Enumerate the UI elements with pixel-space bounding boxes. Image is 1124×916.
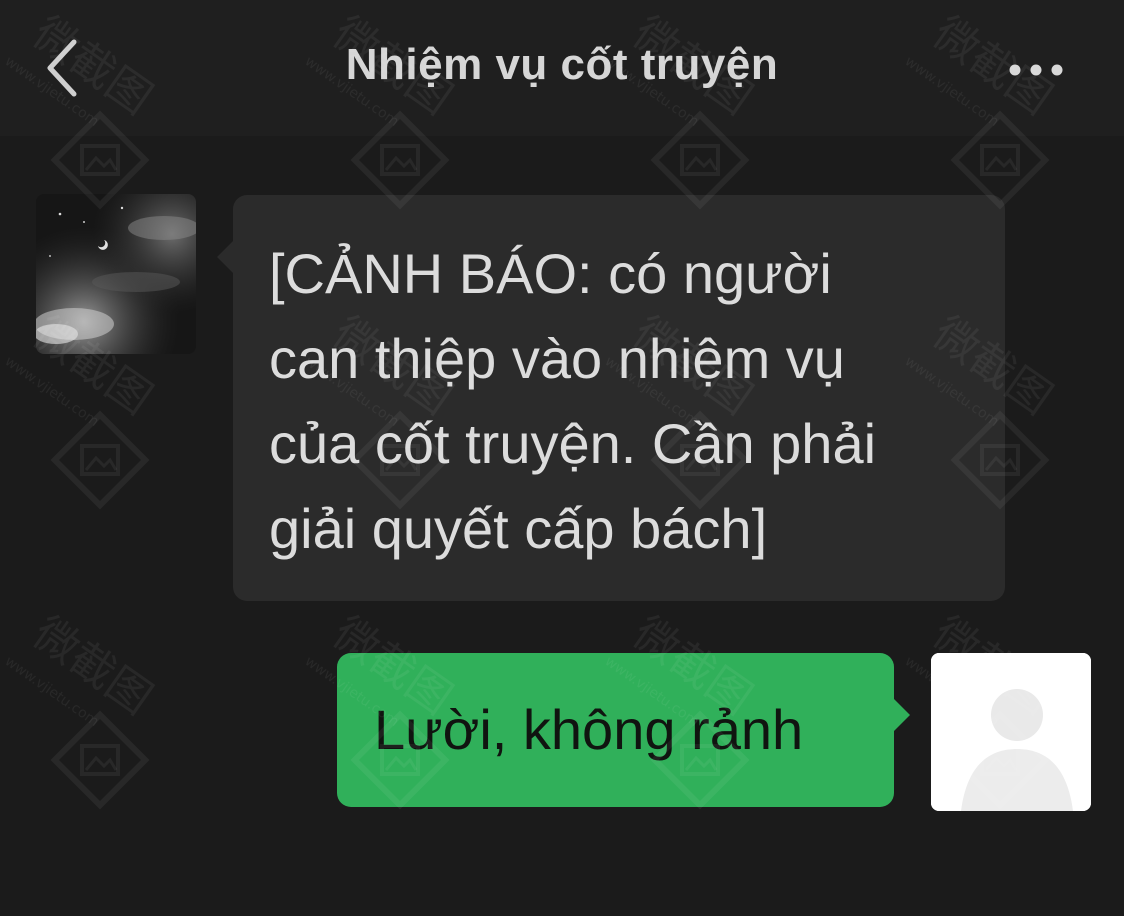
incoming-message-bubble[interactable]: [CẢNH BÁO: có người can thiệp vào nhiệm … [217, 195, 1005, 601]
user-avatar[interactable] [931, 653, 1091, 811]
chat-title: Nhiệm vụ cốt truyện [345, 40, 779, 89]
message-line: can thiệp vào nhiệm vụ [269, 327, 845, 390]
more-horizontal-icon [1009, 64, 1063, 76]
message-line: [CẢNH BÁO: có người [269, 242, 832, 305]
message-line: giải quyết cấp bách] [269, 497, 768, 560]
outgoing-message-text: Lười, không rảnh [374, 698, 804, 761]
chat-header: Nhiệm vụ cốt truyện [0, 0, 1124, 136]
night-sky-avatar-image [36, 194, 196, 354]
contact-avatar[interactable] [36, 194, 196, 354]
chat-screen: Nhiệm vụ cốt truyện [CẢNH BÁO: có người … [0, 0, 1124, 916]
incoming-message-text: [CẢNH BÁO: có người can thiệp vào nhiệm … [269, 231, 975, 571]
message-line: của cốt truyện. Cần phải [269, 412, 877, 475]
outgoing-message-bubble[interactable]: Lười, không rảnh [337, 653, 910, 807]
default-user-avatar-image [931, 653, 1091, 811]
more-button[interactable] [1000, 50, 1072, 90]
